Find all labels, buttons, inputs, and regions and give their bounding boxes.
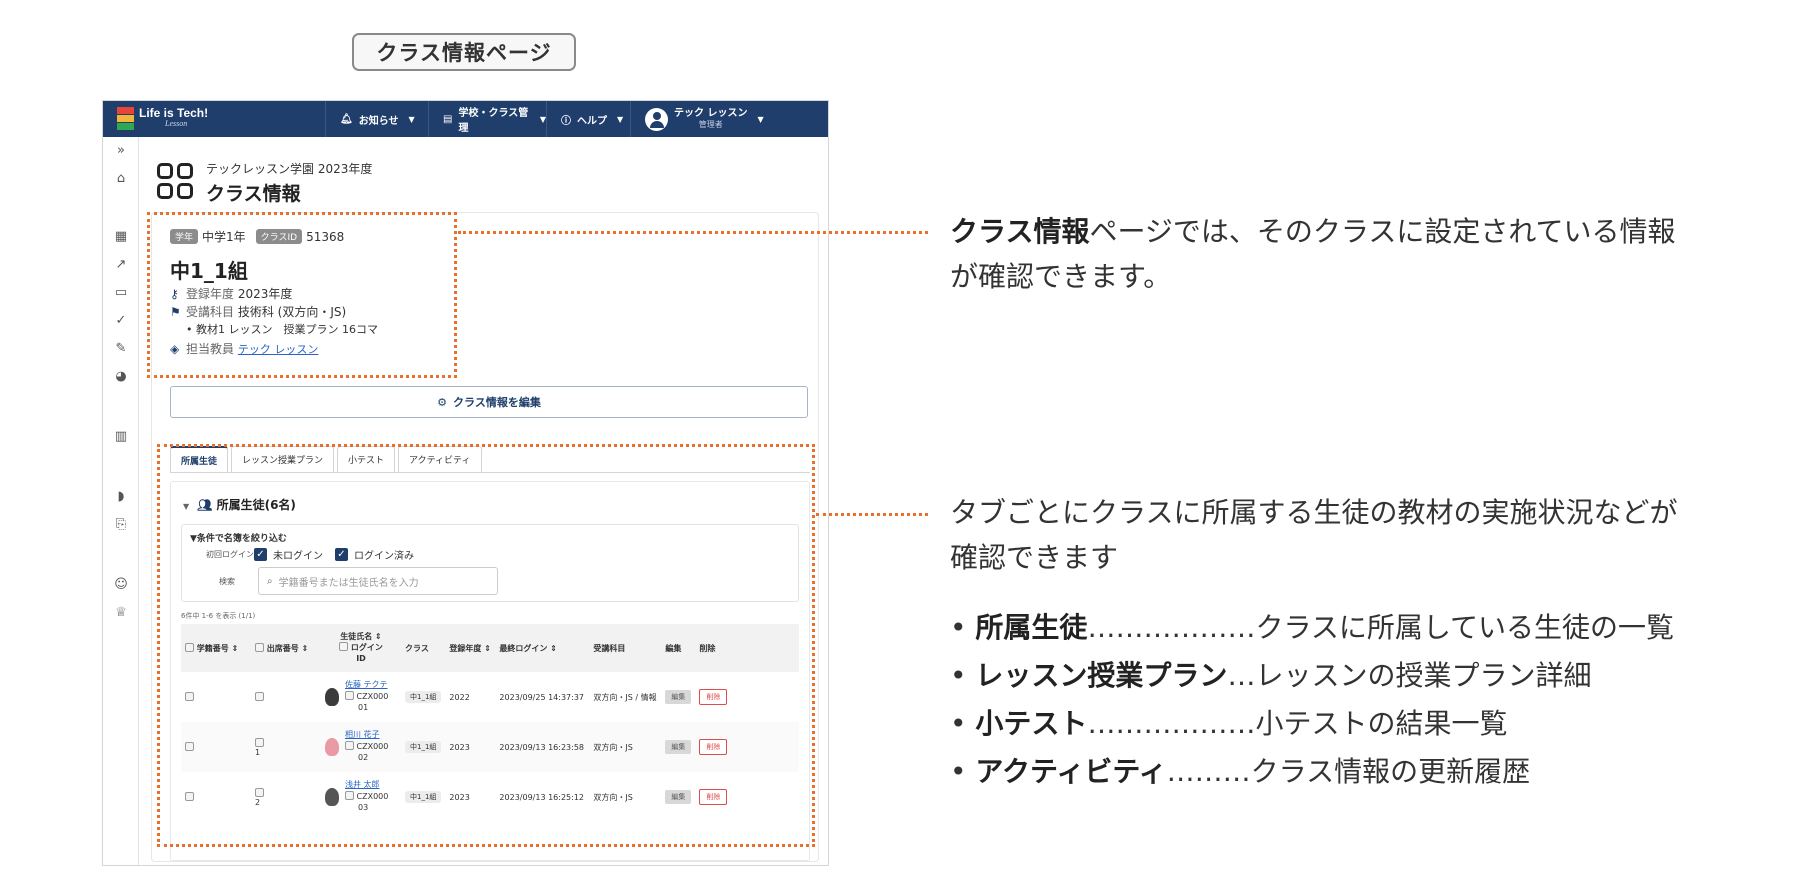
nav-label: ヘルプ xyxy=(577,115,607,127)
chevron-down-icon: ▼ xyxy=(757,114,764,124)
nav-notifications[interactable]: 🔔︎ お知らせ ▼ xyxy=(325,101,428,137)
avatar xyxy=(645,107,668,131)
connector-line-1 xyxy=(458,231,928,234)
nav-label: 学校・クラス管理 xyxy=(458,108,529,134)
chevron-down-icon: ▼ xyxy=(617,114,624,124)
explanation-1: クラス情報ページでは、そのクラスに設定されている情報 が確認できます。 xyxy=(950,215,1676,293)
chevron-down-icon: ▼ xyxy=(408,114,415,124)
presentation-icon[interactable]: ▭ xyxy=(113,285,129,301)
nav-school-class[interactable]: ▤ 学校・クラス管理 ▼ xyxy=(428,101,546,137)
trophy-icon[interactable]: ♕ xyxy=(113,605,129,621)
trend-icon[interactable]: ↗ xyxy=(113,257,129,273)
calendar-icon[interactable]: ▦ xyxy=(113,229,129,245)
sidebar: » ⌂ ▦ ↗ ▭ ✓ ✎ ◕ ▥ ◗ ⎘ ☺ ♕ xyxy=(103,137,139,865)
check-circle-icon[interactable]: ✓ xyxy=(113,313,129,329)
edit-class-button[interactable]: ⚙ クラス情報を編集 xyxy=(170,386,808,418)
help-icon: ⓘ xyxy=(561,115,571,127)
connector-line-2 xyxy=(816,513,928,516)
user-role: 管理者 xyxy=(698,120,723,130)
expand-icon[interactable]: » xyxy=(113,143,129,159)
bullet-quiz: • 小テスト………………小テストの結果一覧 xyxy=(950,707,1508,740)
school-name: テックレッスン学園 2023年度 xyxy=(206,162,373,176)
smile-icon[interactable]: ☺ xyxy=(113,577,129,593)
logo-mark-icon xyxy=(117,107,134,130)
bullet-activity: • アクティビティ………クラス情報の更新履歴 xyxy=(950,755,1531,788)
explanation-2: タブごとにクラスに所属する生徒の教材の実施状況などが 確認できます xyxy=(950,496,1678,574)
edit-class-label: クラス情報を編集 xyxy=(453,396,541,409)
page-title: クラス情報 xyxy=(206,183,301,205)
file-edit-icon[interactable]: ⎘ xyxy=(113,517,129,533)
logo-sub: Lesson xyxy=(165,119,188,128)
highlight-class-info xyxy=(147,212,457,378)
user-menu[interactable]: テック レッスン 管理者 ▼ xyxy=(630,101,828,137)
bar-chart-icon[interactable]: ▥ xyxy=(113,429,129,445)
building-icon: ▤ xyxy=(443,113,453,125)
app-logo[interactable]: Life is Tech! Lesson xyxy=(117,107,208,131)
nav-label: お知らせ xyxy=(358,115,399,127)
top-navbar: Life is Tech! Lesson 🔔︎ お知らせ ▼ ▤ 学校・クラス管… xyxy=(103,101,828,137)
bell-icon: 🔔︎ xyxy=(340,113,353,125)
bullet-students: • 所属生徒………………クラスに所属している生徒の一覧 xyxy=(950,611,1675,644)
palette-icon[interactable]: ◕ xyxy=(113,369,129,385)
page-label: クラス情報ページ xyxy=(352,33,576,71)
pen-icon[interactable]: ✎ xyxy=(113,341,129,357)
highlight-tabs xyxy=(157,444,815,847)
shield-icon[interactable]: ◗ xyxy=(113,489,129,505)
logo-text: Life is Tech! xyxy=(139,106,209,120)
gear-icon: ⚙ xyxy=(437,395,448,409)
home-icon[interactable]: ⌂ xyxy=(113,171,129,187)
nav-help[interactable]: ⓘ ヘルプ ▼ xyxy=(546,101,630,137)
grid-icon xyxy=(157,163,195,201)
bullet-lesson-plan: • レッスン授業プラン…レッスンの授業プラン詳細 xyxy=(950,659,1592,692)
user-name: テック レッスン xyxy=(674,108,748,120)
